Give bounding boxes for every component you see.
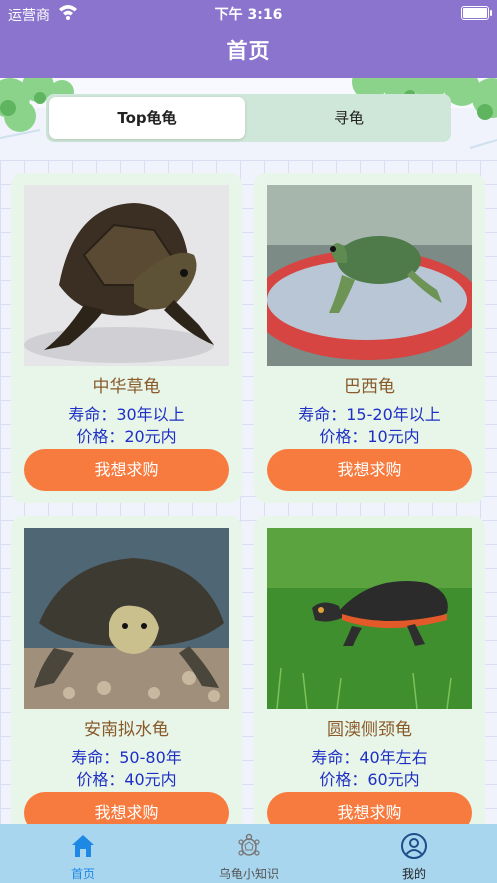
clock: 下午 3:16 <box>214 7 283 23</box>
turtle-price: 价格：60元内 <box>319 770 420 789</box>
tab-knowledge-label: 乌龟小知识 <box>218 867 279 881</box>
turtle-lifespan: 寿命：15-20年以上 <box>298 405 441 424</box>
turtle-lifespan: 寿命：30年以上 <box>68 405 185 424</box>
turtle-name: 安南拟水龟 <box>84 720 169 740</box>
buy-request-button[interactable]: 我想求购 <box>24 449 229 491</box>
turtle-name: 巴西龟 <box>344 377 395 397</box>
profile-icon <box>401 833 427 859</box>
turtle-lifespan: 寿命：40年左右 <box>311 748 428 767</box>
bottom-tab-bar: 首页 乌龟小知识 我的 <box>0 824 497 883</box>
turtle-card[interactable]: 安南拟水龟 寿命：50-80年 价格：40元内 我想求购 <box>11 516 242 846</box>
turtle-photo-1 <box>24 185 229 366</box>
turtle-name: 圆澳侧颈龟 <box>327 720 412 740</box>
buy-request-button[interactable]: 我想求购 <box>267 449 472 491</box>
turtle-grid: 中华草龟 寿命：30年以上 价格：20元内 我想求购 巴西龟 寿命：15-20年… <box>0 160 497 846</box>
turtle-price: 价格：10元内 <box>319 427 420 446</box>
turtle-photo-4 <box>267 528 472 709</box>
home-icon <box>72 835 94 857</box>
turtle-card[interactable]: 中华草龟 寿命：30年以上 价格：20元内 我想求购 <box>11 173 242 503</box>
turtle-card[interactable]: 圆澳侧颈龟 寿命：40年左右 价格：60元内 我想求购 <box>254 516 485 846</box>
status-bar: 运营商 下午 3:16 <box>0 0 497 28</box>
tab-profile-label: 我的 <box>401 867 426 881</box>
tab-home-label: 首页 <box>70 867 95 881</box>
turtle-price: 价格：20元内 <box>76 427 177 446</box>
segmented-control: Top龟龟 寻龟 <box>46 94 451 142</box>
tab-profile[interactable]: 我的 <box>331 824 497 883</box>
turtle-photo-3 <box>24 528 229 709</box>
turtle-icon <box>238 833 260 856</box>
turtle-name: 中华草龟 <box>92 377 161 397</box>
turtle-card[interactable]: 巴西龟 寿命：15-20年以上 价格：10元内 我想求购 <box>254 173 485 503</box>
turtle-photo-2 <box>267 185 472 366</box>
page-title: 首页 <box>0 28 497 78</box>
tab-find-turtle[interactable]: 寻龟 <box>251 97 447 139</box>
tab-top-turtles[interactable]: Top龟龟 <box>49 97 245 139</box>
battery-icon <box>461 6 492 20</box>
tab-turtle-knowledge[interactable]: 乌龟小知识 <box>166 824 332 883</box>
turtle-lifespan: 寿命：50-80年 <box>71 748 182 767</box>
tab-home[interactable]: 首页 <box>0 824 166 883</box>
turtle-price: 价格：40元内 <box>76 770 177 789</box>
